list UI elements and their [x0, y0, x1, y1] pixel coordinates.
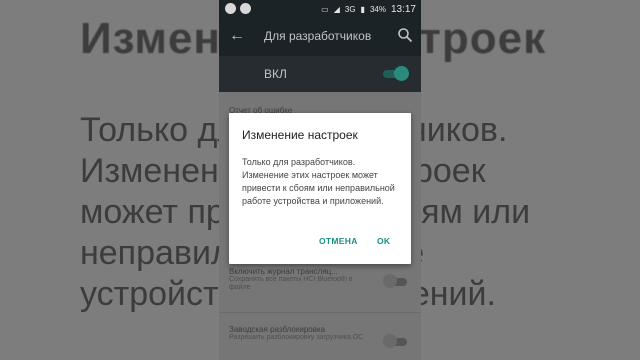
master-switch-label: ВКЛ [264, 67, 287, 81]
confirm-dialog: Изменение настроек Только для разработчи… [229, 113, 411, 264]
list-item-title: Включить журнал трансляц... [229, 267, 338, 276]
list-item[interactable]: Включить журнал трансляц... Сохранять вс… [229, 267, 369, 292]
signal-icon: ◢ [333, 5, 340, 14]
battery-icon: ▮ [360, 5, 365, 14]
toggle-switch[interactable] [383, 334, 407, 348]
toolbar-title: Для разработчиков [264, 29, 372, 43]
dialog-message: Только для разработчиков. Изменение этих… [242, 157, 395, 206]
network-type: 3G [344, 5, 356, 14]
dialog-title: Изменение настроек [242, 128, 358, 142]
list-item-subtitle: Разрешить разблокировку загрузчика ОС [229, 334, 364, 341]
arrow-back-icon[interactable]: ← [229, 27, 245, 45]
battery-level: 34% [369, 5, 386, 14]
cancel-button[interactable]: ОТМЕНА [319, 236, 358, 246]
toggle-switch[interactable] [383, 274, 407, 288]
clock: 13:17 [390, 4, 416, 15]
notification-icon [225, 3, 236, 14]
divider [219, 312, 421, 313]
toolbar: ← Для разработчиков [219, 18, 421, 56]
list-item[interactable]: Заводская разблокировка Разрешить разбло… [229, 325, 369, 342]
list-item-title: Заводская разблокировка [229, 325, 326, 334]
status-bar: ▭ ◢ 3G ▮ 34% 13:17 [219, 0, 421, 18]
master-switch-bar[interactable]: ВКЛ [219, 56, 421, 92]
ok-button[interactable]: OK [377, 236, 390, 246]
search-icon[interactable] [397, 27, 413, 43]
cast-icon: ▭ [321, 5, 329, 14]
list-item-subtitle: Сохранять все пакеты HCI Bluetooth в фай… [229, 276, 353, 291]
notification-icon-2 [240, 3, 251, 14]
master-switch-thumb[interactable] [394, 66, 409, 81]
